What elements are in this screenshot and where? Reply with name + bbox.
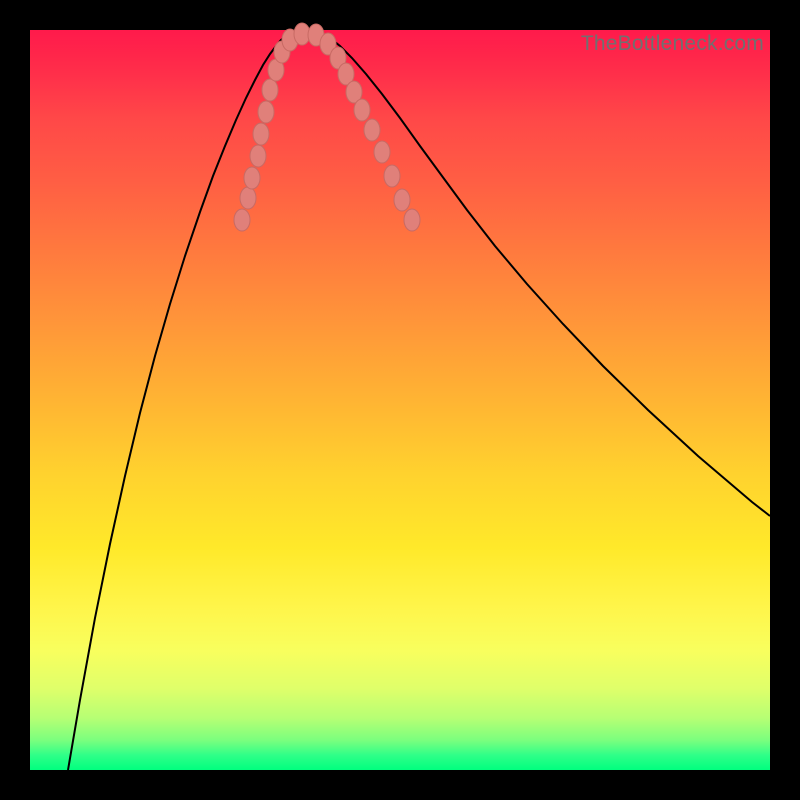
curve-svg [30, 30, 770, 770]
data-dot [394, 189, 410, 211]
data-dot [253, 123, 269, 145]
data-dot [354, 99, 370, 121]
data-dot [244, 167, 260, 189]
data-dot [374, 141, 390, 163]
gradient-plot-area: TheBottleneck.com [30, 30, 770, 770]
data-dot [234, 209, 250, 231]
chart-frame: TheBottleneck.com [30, 30, 770, 770]
data-dot [240, 187, 256, 209]
data-dot [364, 119, 380, 141]
data-dot [250, 145, 266, 167]
data-dot [258, 101, 274, 123]
data-dot [262, 79, 278, 101]
data-dots-group [234, 23, 420, 231]
bottleneck-curve [68, 32, 770, 770]
data-dot [404, 209, 420, 231]
data-dot [384, 165, 400, 187]
